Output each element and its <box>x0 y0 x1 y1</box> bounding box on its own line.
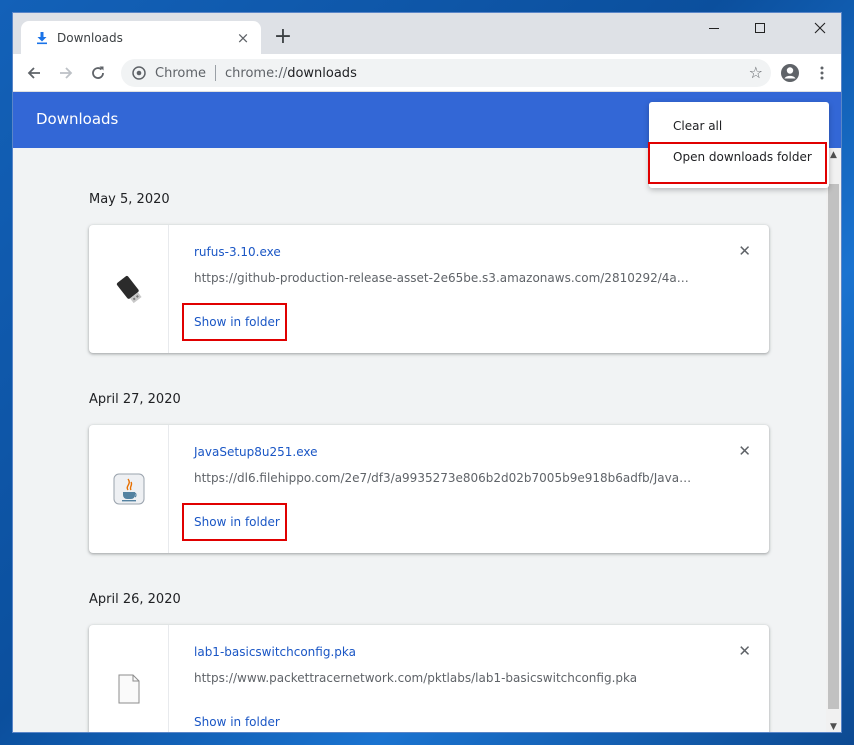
highlight-box <box>648 142 827 184</box>
scrollbar-thumb[interactable] <box>828 184 839 709</box>
tab-strip: Downloads × + <box>13 13 841 54</box>
account-icon <box>781 64 799 82</box>
more-vert-icon <box>820 66 824 80</box>
reload-icon <box>92 66 104 79</box>
tab-downloads[interactable]: Downloads × <box>21 21 261 54</box>
show-in-folder-button[interactable]: Show in folder <box>194 715 280 729</box>
scrollbar[interactable]: ▲ ▼ <box>826 148 841 732</box>
arrow-left-icon <box>27 67 40 79</box>
bookmark-star-icon[interactable]: ☆ <box>749 64 763 82</box>
file-name-link[interactable]: rufus-3.10.exe <box>194 245 281 259</box>
remove-icon[interactable]: ✕ <box>738 243 751 259</box>
menu-item-clear-all[interactable]: Clear all <box>673 119 722 133</box>
scroll-down-icon[interactable]: ▼ <box>829 722 838 732</box>
date-heading: May 5, 2020 <box>89 192 170 207</box>
scheme-label: Chrome <box>155 65 206 81</box>
profile-button[interactable] <box>778 61 802 85</box>
download-icon <box>37 31 47 44</box>
omnibox-separator <box>215 65 216 81</box>
browser-window: Downloads × + Chrome chrome://downloads … <box>12 12 842 733</box>
url-prefix: chrome:// <box>225 65 288 81</box>
remove-icon[interactable]: ✕ <box>738 443 751 459</box>
maximize-icon <box>755 23 765 33</box>
date-heading: April 26, 2020 <box>89 592 181 607</box>
back-button[interactable] <box>22 61 46 85</box>
file-icon-column <box>89 425 169 553</box>
highlight-box <box>182 303 287 341</box>
tab-title: Downloads <box>57 30 123 45</box>
file-icon <box>118 674 139 704</box>
reload-button[interactable] <box>86 61 110 85</box>
close-icon <box>814 22 826 34</box>
downloads-list: May 5, 2020 rufus-3.10.exe https://githu… <box>13 148 828 732</box>
usb-drive-icon <box>116 276 142 304</box>
url-path: downloads <box>287 65 357 81</box>
page-title: Downloads <box>36 110 119 128</box>
source-url[interactable]: https://www.packettracernetwork.com/pktl… <box>194 671 694 685</box>
highlight-box <box>182 503 287 541</box>
file-name-link[interactable]: JavaSetup8u251.exe <box>194 445 318 459</box>
java-icon <box>113 473 144 505</box>
toolbar: Chrome chrome://downloads ☆ <box>13 54 841 92</box>
scroll-up-icon[interactable]: ▲ <box>829 150 838 160</box>
address-bar[interactable]: Chrome chrome://downloads ☆ <box>121 59 771 87</box>
menu-button[interactable] <box>810 61 834 85</box>
source-url[interactable]: https://dl6.filehippo.com/2e7/df3/a99352… <box>194 471 694 485</box>
chrome-icon <box>132 66 146 80</box>
file-name-link[interactable]: lab1-basicswitchconfig.pka <box>194 645 356 659</box>
file-icon-column <box>89 625 169 732</box>
arrow-right-icon <box>60 67 73 79</box>
minimize-button[interactable] <box>691 13 737 43</box>
forward-button[interactable] <box>54 61 78 85</box>
date-heading: April 27, 2020 <box>89 392 181 407</box>
minimize-icon <box>709 28 719 29</box>
remove-icon[interactable]: ✕ <box>738 643 751 659</box>
tab-close-icon[interactable]: × <box>235 30 251 46</box>
new-tab-button[interactable]: + <box>273 26 293 48</box>
maximize-button[interactable] <box>737 13 783 43</box>
source-url[interactable]: https://github-production-release-asset-… <box>194 271 694 285</box>
download-item: lab1-basicswitchconfig.pka https://www.p… <box>89 625 769 732</box>
file-icon-column <box>89 225 169 353</box>
url-text: chrome://downloads <box>225 66 357 81</box>
close-window-button[interactable] <box>797 13 841 43</box>
